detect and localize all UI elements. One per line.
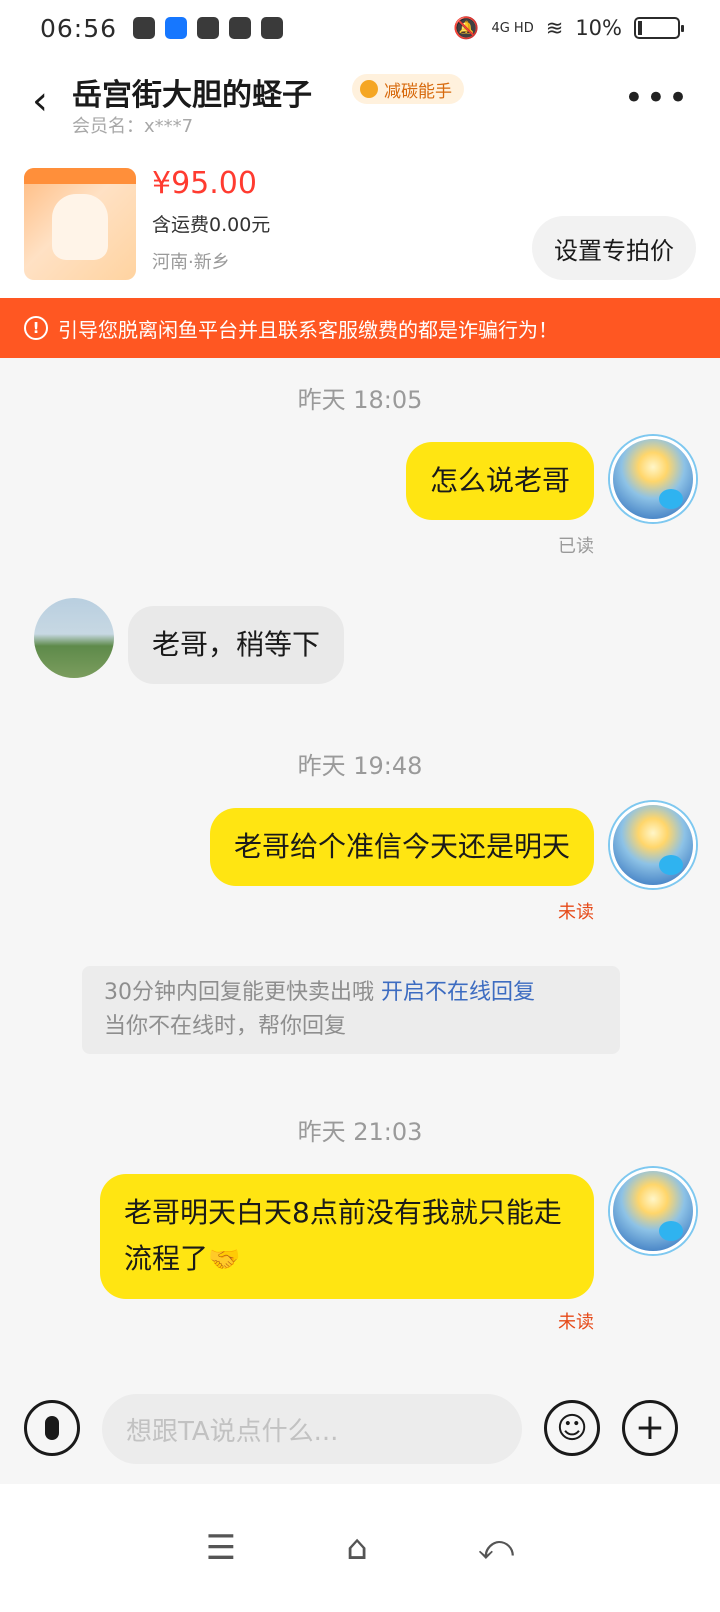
timestamp: 昨天 19:48 bbox=[297, 752, 423, 780]
status-right: 🔕 4G HD ≋ 10% bbox=[453, 15, 684, 41]
app-notification-icon bbox=[197, 17, 220, 39]
handshake-emoji: 🤝 bbox=[208, 1245, 241, 1275]
fish-icon bbox=[659, 489, 683, 509]
message-input-bar: 想跟TA说点什么... ☺ + bbox=[0, 1384, 720, 1484]
message-bubble-outgoing[interactable]: 怎么说老哥 bbox=[405, 442, 594, 520]
alert-icon: ! bbox=[24, 316, 48, 340]
fish-icon bbox=[659, 855, 683, 875]
unread-status: 未读 bbox=[558, 1312, 594, 1333]
thumbnail-banner bbox=[24, 168, 136, 184]
status-time: 06:56 bbox=[40, 13, 118, 43]
my-avatar[interactable] bbox=[610, 436, 696, 522]
network-label: 4G HD bbox=[491, 20, 534, 36]
battery-level bbox=[638, 21, 642, 35]
set-special-price-button[interactable]: 设置专拍价 bbox=[532, 216, 696, 280]
app-notification-icon bbox=[133, 17, 156, 39]
eco-badge[interactable]: 减碳能手 bbox=[352, 74, 464, 104]
app-notification-icon bbox=[165, 17, 188, 39]
shipping-info: 含运费0.00元 bbox=[152, 214, 271, 236]
status-bar: 06:56 🔕 4G HD ≋ 10% bbox=[0, 0, 720, 56]
enable-auto-reply-link[interactable]: 开启不在线回复 bbox=[381, 980, 535, 1005]
my-avatar[interactable] bbox=[610, 802, 696, 888]
app-notification-icon bbox=[261, 17, 284, 39]
notice-subtext: 当你不在线时，帮你回复 bbox=[104, 1014, 347, 1039]
message-bubble-incoming[interactable]: 老哥，稍等下 bbox=[128, 606, 345, 684]
unread-status: 未读 bbox=[558, 902, 594, 923]
product-thumbnail[interactable] bbox=[24, 168, 136, 280]
message-bubble-outgoing[interactable]: 老哥明天白天8点前没有我就只能走流程了🤝 bbox=[100, 1174, 594, 1299]
fish-icon bbox=[659, 1221, 683, 1241]
emoji-icon[interactable]: ☺ bbox=[544, 1400, 600, 1456]
message-input[interactable]: 想跟TA说点什么... bbox=[102, 1394, 522, 1464]
warning-text: 引导您脱离闲鱼平台并且联系客服缴费的都是诈骗行为！ bbox=[58, 317, 558, 342]
mic-body bbox=[45, 1416, 59, 1440]
contact-avatar[interactable] bbox=[34, 598, 114, 678]
contact-name[interactable]: 岳宫街大胆的蛏子 bbox=[72, 70, 312, 114]
product-location: 河南·新乡 bbox=[152, 252, 230, 273]
notice-line-1: 30分钟内回复能更快卖出哦 开启不在线回复 bbox=[104, 976, 598, 1010]
auto-reply-notice: 30分钟内回复能更快卖出哦 开启不在线回复 当你不在线时，帮你回复 bbox=[82, 966, 620, 1054]
message-bubble-outgoing[interactable]: 老哥给个准信今天还是明天 bbox=[209, 808, 594, 886]
timestamp: 昨天 21:03 bbox=[297, 1118, 423, 1146]
timestamp: 昨天 18:05 bbox=[297, 386, 423, 414]
menu-icon[interactable]: ☰ bbox=[206, 1528, 236, 1568]
battery-icon bbox=[634, 17, 684, 39]
system-nav-bar: ☰ ⌂ ⤺ bbox=[0, 1484, 720, 1612]
read-status: 已读 bbox=[558, 536, 594, 557]
leaf-icon bbox=[360, 80, 378, 98]
fraud-warning-banner: ! 引导您脱离闲鱼平台并且联系客服缴费的都是诈骗行为！ bbox=[0, 298, 720, 358]
back-icon[interactable]: ⤺ bbox=[478, 1528, 514, 1568]
message-text: 老哥明天白天8点前没有我就只能走流程了 bbox=[124, 1196, 562, 1275]
mute-icon: 🔕 bbox=[453, 15, 480, 40]
plus-icon[interactable]: + bbox=[622, 1400, 678, 1456]
battery-text: 10% bbox=[575, 16, 622, 40]
chevron-left-icon[interactable]: ‹ bbox=[32, 78, 48, 124]
product-price: ¥95.00 bbox=[152, 166, 257, 201]
member-id: 会员名：x***7 bbox=[72, 116, 194, 137]
product-card[interactable]: ¥95.00 含运费0.00元 河南·新乡 设置专拍价 bbox=[0, 142, 720, 298]
wifi-icon: ≋ bbox=[545, 16, 564, 40]
my-avatar[interactable] bbox=[610, 1168, 696, 1254]
thumbnail-figure bbox=[52, 194, 108, 260]
notification-icons bbox=[133, 17, 284, 39]
more-dots-icon[interactable]: ••• bbox=[624, 78, 690, 118]
eco-badge-label: 减碳能手 bbox=[384, 81, 452, 102]
home-icon[interactable]: ⌂ bbox=[346, 1528, 368, 1568]
notice-text: 30分钟内回复能更快卖出哦 bbox=[104, 980, 374, 1005]
microphone-icon[interactable] bbox=[24, 1400, 80, 1456]
chat-header: ‹ 岳宫街大胆的蛏子 减碳能手 会员名：x***7 ••• bbox=[0, 56, 720, 142]
app-notification-icon bbox=[229, 17, 252, 39]
